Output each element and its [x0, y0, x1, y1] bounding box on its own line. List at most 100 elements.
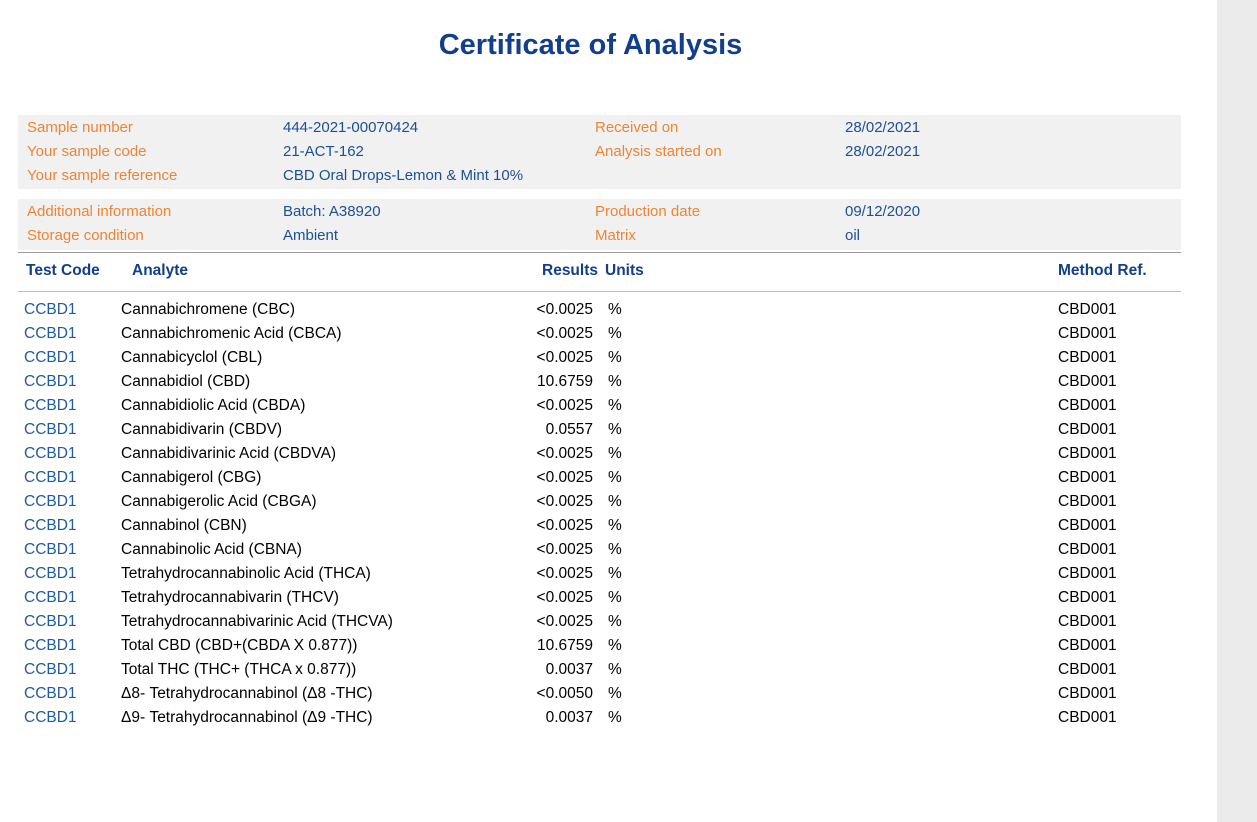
production-date-value: 09/12/2020 [845, 200, 1181, 224]
method-ref-cell: CBD001 [1058, 442, 1117, 466]
result-cell: <0.0025 [511, 490, 593, 514]
test-code-cell: CCBD1 [24, 562, 77, 586]
header-analyte: Analyte [132, 259, 188, 283]
analyte-cell: Cannabidiol (CBD) [121, 370, 250, 394]
test-code-cell: CCBD1 [24, 394, 77, 418]
analyte-cell: Cannabinolic Acid (CBNA) [121, 538, 302, 562]
test-code-cell: CCBD1 [24, 442, 77, 466]
units-cell: % [608, 658, 622, 682]
analyte-cell: Total CBD (CBD+(CBDA X 0.877)) [121, 634, 357, 658]
result-cell: <0.0050 [511, 682, 593, 706]
method-ref-cell: CBD001 [1058, 658, 1117, 682]
method-ref-cell: CBD001 [1058, 586, 1117, 610]
test-code-cell: CCBD1 [24, 634, 77, 658]
method-ref-cell: CBD001 [1058, 346, 1117, 370]
matrix-label: Matrix [595, 224, 845, 248]
matrix-value: oil [845, 224, 1181, 248]
table-row: CCBD1 Cannabinolic Acid (CBNA) <0.0025 %… [0, 538, 1217, 562]
table-row: CCBD1 Tetrahydrocannabivarin (THCV) <0.0… [0, 586, 1217, 610]
method-ref-cell: CBD001 [1058, 370, 1117, 394]
sample-code-value: 21-ACT-162 [283, 140, 595, 164]
analysis-started-value: 28/02/2021 [845, 140, 1181, 164]
analyte-cell: Δ9- Tetrahydrocannabinol (Δ9 -THC) [121, 706, 373, 730]
table-row: CCBD1 Cannabichromenic Acid (CBCA) <0.00… [0, 322, 1217, 346]
sample-info-row: Your sample code 21-ACT-162 Analysis sta… [27, 140, 1181, 164]
method-ref-cell: CBD001 [1058, 562, 1117, 586]
units-cell: % [608, 562, 622, 586]
table-row: CCBD1 Cannabidivarin (CBDV) 0.0557 % CBD… [0, 418, 1217, 442]
analyte-cell: Cannabigerol (CBG) [121, 466, 261, 490]
units-cell: % [608, 634, 622, 658]
table-row: CCBD1 Δ9- Tetrahydrocannabinol (Δ9 -THC)… [0, 706, 1217, 730]
table-header-divider [18, 291, 1181, 292]
analysis-started-label: Analysis started on [595, 140, 845, 164]
test-code-cell: CCBD1 [24, 514, 77, 538]
method-ref-cell: CBD001 [1058, 706, 1117, 730]
results-table-body: CCBD1 Cannabichromene (CBC) <0.0025 % CB… [0, 298, 1217, 730]
table-row: CCBD1 Cannabinol (CBN) <0.0025 % CBD001 [0, 514, 1217, 538]
test-code-cell: CCBD1 [24, 418, 77, 442]
method-ref-cell: CBD001 [1058, 322, 1117, 346]
header-test-code: Test Code [26, 259, 100, 283]
analyte-cell: Tetrahydrocannabivarinic Acid (THCVA) [121, 610, 393, 634]
test-code-cell: CCBD1 [24, 538, 77, 562]
result-cell: 0.0557 [511, 418, 593, 442]
method-ref-cell: CBD001 [1058, 394, 1117, 418]
analyte-cell: Cannabinol (CBN) [121, 514, 247, 538]
sample-number-value: 444-2021-00070424 [283, 116, 595, 140]
analyte-cell: Cannabidivarin (CBDV) [121, 418, 282, 442]
test-code-cell: CCBD1 [24, 346, 77, 370]
result-cell: <0.0025 [511, 346, 593, 370]
analyte-cell: Cannabichromenic Acid (CBCA) [121, 322, 342, 346]
units-cell: % [608, 322, 622, 346]
table-row: CCBD1 Cannabichromene (CBC) <0.0025 % CB… [0, 298, 1217, 322]
result-cell: 10.6759 [511, 370, 593, 394]
method-ref-cell: CBD001 [1058, 538, 1117, 562]
sample-reference-value: CBD Oral Drops-Lemon & Mint 10% [283, 164, 595, 188]
test-code-cell: CCBD1 [24, 658, 77, 682]
result-cell: <0.0025 [511, 610, 593, 634]
method-ref-cell: CBD001 [1058, 298, 1117, 322]
table-row: CCBD1 Cannabicyclol (CBL) <0.0025 % CBD0… [0, 346, 1217, 370]
additional-information-label: Additional information [27, 200, 283, 224]
analyte-cell: Cannabidivarinic Acid (CBDVA) [121, 442, 336, 466]
table-row: CCBD1 Tetrahydrocannabivarinic Acid (THC… [0, 610, 1217, 634]
table-row: CCBD1 Cannabidiol (CBD) 10.6759 % CBD001 [0, 370, 1217, 394]
units-cell: % [608, 346, 622, 370]
test-code-cell: CCBD1 [24, 682, 77, 706]
method-ref-cell: CBD001 [1058, 514, 1117, 538]
received-on-label: Received on [595, 116, 845, 140]
viewer-background-strip [1217, 0, 1257, 822]
units-cell: % [608, 706, 622, 730]
analyte-cell: Cannabichromene (CBC) [121, 298, 295, 322]
table-row: CCBD1 Cannabigerol (CBG) <0.0025 % CBD00… [0, 466, 1217, 490]
test-code-cell: CCBD1 [24, 370, 77, 394]
units-cell: % [608, 298, 622, 322]
table-row: CCBD1 Total CBD (CBD+(CBDA X 0.877)) 10.… [0, 634, 1217, 658]
result-cell: 10.6759 [511, 634, 593, 658]
analyte-cell: Cannabigerolic Acid (CBGA) [121, 490, 317, 514]
table-top-divider [18, 252, 1181, 253]
additional-information-value: Batch: A38920 [283, 200, 595, 224]
table-row: CCBD1 Cannabidivarinic Acid (CBDVA) <0.0… [0, 442, 1217, 466]
header-units: Units [605, 259, 644, 283]
result-cell: <0.0025 [511, 586, 593, 610]
additional-info-section: Additional information Batch: A38920 Pro… [18, 199, 1181, 250]
received-on-value: 28/02/2021 [845, 116, 1181, 140]
units-cell: % [608, 466, 622, 490]
units-cell: % [608, 370, 622, 394]
test-code-cell: CCBD1 [24, 490, 77, 514]
test-code-cell: CCBD1 [24, 322, 77, 346]
method-ref-cell: CBD001 [1058, 466, 1117, 490]
sample-number-label: Sample number [27, 116, 283, 140]
table-row: CCBD1 Total THC (THC+ (THCA x 0.877)) 0.… [0, 658, 1217, 682]
analyte-cell: Cannabidiolic Acid (CBDA) [121, 394, 305, 418]
document-page: Certificate of Analysis Sample number 44… [0, 0, 1217, 822]
sample-reference-label: Your sample reference [27, 164, 283, 188]
method-ref-cell: CBD001 [1058, 418, 1117, 442]
sample-info-section: Sample number 444-2021-00070424 Received… [18, 115, 1181, 189]
units-cell: % [608, 586, 622, 610]
storage-condition-label: Storage condition [27, 224, 283, 248]
result-cell: <0.0025 [511, 442, 593, 466]
result-cell: <0.0025 [511, 394, 593, 418]
